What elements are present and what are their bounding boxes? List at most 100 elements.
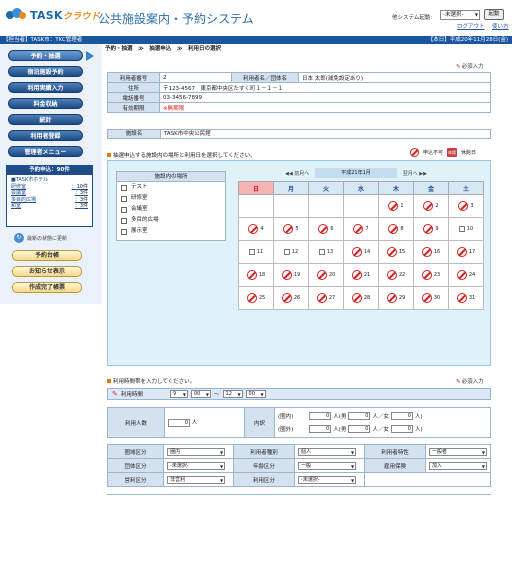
out-male-input[interactable]: 0 <box>348 425 371 433</box>
usage-class-select[interactable]: -未選択- <box>298 475 357 484</box>
day-number: 27 <box>328 295 336 301</box>
prohibited-icon <box>423 224 434 234</box>
day-checkbox[interactable] <box>318 249 325 255</box>
facility-value: TASK市中央公民館 <box>164 131 211 137</box>
place-checkbox[interactable] <box>121 184 127 191</box>
refresh-icon[interactable]: ↻ <box>14 233 24 243</box>
day-number: 20 <box>328 272 336 278</box>
prohibited-icon <box>281 270 292 280</box>
weekday-header: 火 <box>308 181 344 195</box>
prev-month-link[interactable]: ◀◀ 前月へ <box>285 170 315 177</box>
place-checkbox[interactable] <box>121 228 127 235</box>
employment-insurance-select[interactable]: 加入 <box>429 461 487 470</box>
calendar-day[interactable]: 10 <box>448 217 484 241</box>
place-item[interactable]: 多目的広場 <box>117 215 225 226</box>
sidebar-item-stats[interactable]: 統計 <box>8 114 83 125</box>
sidebar-item-user-register[interactable]: 利用者登録 <box>8 130 83 141</box>
day-number: 31 <box>468 295 476 301</box>
day-number: 22 <box>398 272 406 278</box>
calendar-week: 25 26 27 28 29 30 31 <box>238 286 484 310</box>
calendar-instruction-text: 抽選申込する施設内の場所と利用日を選択してください。 <box>113 153 256 159</box>
launch-button[interactable]: 起動 <box>484 9 504 20</box>
help-link[interactable]: 使い方 <box>492 22 509 30</box>
group-class-select[interactable]: -未選択- <box>167 461 226 470</box>
pending-row[interactable]: 和室 ：3件 <box>11 203 88 210</box>
end-minute-select[interactable]: 00 <box>245 390 266 398</box>
day-checkbox[interactable] <box>458 226 465 232</box>
usage-class-label: 利用区分 <box>233 472 296 487</box>
day-number: 19 <box>293 272 301 278</box>
divider <box>107 494 491 498</box>
next-month-link[interactable]: 翌月へ ▶▶ <box>397 170 427 177</box>
out-total-input[interactable]: 0 <box>309 425 332 433</box>
people-cell: 0 人 <box>164 407 245 438</box>
day-number: 21 <box>363 272 371 278</box>
day-number: 1 <box>400 203 404 209</box>
out-female-input[interactable]: 0 <box>390 425 413 433</box>
day-number: 25 <box>258 295 266 301</box>
end-hour-select[interactable]: 12 <box>222 390 243 398</box>
place-checkbox[interactable] <box>121 206 127 213</box>
sidebar-item-admin[interactable]: 管理者メニュー <box>8 146 83 157</box>
calendar-week: 4 5 6 7 8 9 10 <box>238 217 484 241</box>
sidebar-item-fee[interactable]: 料金収納 <box>8 98 83 109</box>
prohibited-icon <box>283 224 294 234</box>
legend-unavailable-label: 申込不可 <box>423 150 444 156</box>
female-label: 人／女 <box>372 414 389 420</box>
start-hour-select[interactable]: 9 <box>170 390 188 398</box>
user-trait-select[interactable]: 一般者 <box>429 447 487 456</box>
sidebar-item-usage-input[interactable]: 利用実績入力 <box>8 82 83 93</box>
calendar-day: 25 <box>238 286 274 310</box>
user-type-select[interactable]: 個人 <box>298 447 357 456</box>
calendar-day: 31 <box>448 286 484 310</box>
sys-select[interactable]: -未選択- ▼ <box>440 10 480 20</box>
employment-insurance-label: 雇用保険 <box>363 458 427 473</box>
prohibited-icon <box>248 224 259 234</box>
day-number: 30 <box>433 295 441 301</box>
reservation-ledger-button[interactable]: 予約台帳 <box>12 250 82 261</box>
place-label: テスト <box>131 184 148 190</box>
day-checkbox[interactable] <box>283 249 290 255</box>
completed-forms-button[interactable]: 作成完了帳票 <box>12 282 82 293</box>
calendar-day <box>273 194 309 218</box>
place-item[interactable]: テスト <box>117 182 225 193</box>
place-item[interactable]: 展示室 <box>117 226 225 237</box>
place-item[interactable]: 会議室 <box>117 204 225 215</box>
logout-link[interactable]: ログアウト <box>457 22 485 30</box>
place-item[interactable]: 研修室 <box>117 193 225 204</box>
profit-class-select[interactable]: 非営利 <box>167 475 226 484</box>
age-class-select[interactable]: 一般 <box>298 461 357 470</box>
day-number: 3 <box>470 203 474 209</box>
people-input[interactable]: 0 <box>168 419 190 427</box>
calendar-day[interactable]: 13 <box>308 240 344 264</box>
day-number: 6 <box>330 226 334 232</box>
day-number: 2 <box>435 203 439 209</box>
user-type-label: 利用者種別 <box>233 444 296 459</box>
age-class-label: 年齢区分 <box>233 458 296 473</box>
day-number: 15 <box>398 249 406 255</box>
in-male-input[interactable]: 0 <box>348 412 371 420</box>
out-city-label: (圏外) <box>278 427 294 433</box>
facility-label: 施設名 <box>108 130 161 138</box>
sidebar-item-reservation[interactable]: 予約・抽選 <box>8 50 83 61</box>
calendar-day[interactable]: 12 <box>273 240 309 264</box>
in-female-input[interactable]: 0 <box>390 412 413 420</box>
refresh-label[interactable]: 最新の状態に更新 <box>27 235 67 242</box>
notice-display-button[interactable]: お知らせ表示 <box>12 266 82 277</box>
user-no-value: 2 <box>159 72 232 83</box>
area-class-select[interactable]: 圏内 <box>167 447 226 456</box>
calendar-day[interactable]: 11 <box>238 240 274 264</box>
day-checkbox[interactable] <box>248 249 255 255</box>
in-total-input[interactable]: 0 <box>309 412 332 420</box>
pending-row-name[interactable]: 和室 <box>11 203 21 210</box>
start-minute-select[interactable]: 00 <box>191 390 211 398</box>
profit-class-label: 営利区分 <box>106 472 165 487</box>
calendar-legend: 申込不可 休館 休館日 <box>410 148 476 157</box>
sidebar-item-lodging[interactable]: 宿泊施設予約 <box>8 66 83 77</box>
calendar-week: 1 2 3 <box>238 194 484 218</box>
calendar-day: 23 <box>413 263 449 287</box>
refresh-link[interactable]: ↻ 最新の状態に更新 <box>14 233 67 243</box>
place-checkbox[interactable] <box>121 195 127 202</box>
people-table: 利用人数 0 人 内訳 (圏内) 0 人(男 0 人／女 0 人) (圏外) 0… <box>107 407 491 438</box>
place-checkbox[interactable] <box>121 217 127 224</box>
